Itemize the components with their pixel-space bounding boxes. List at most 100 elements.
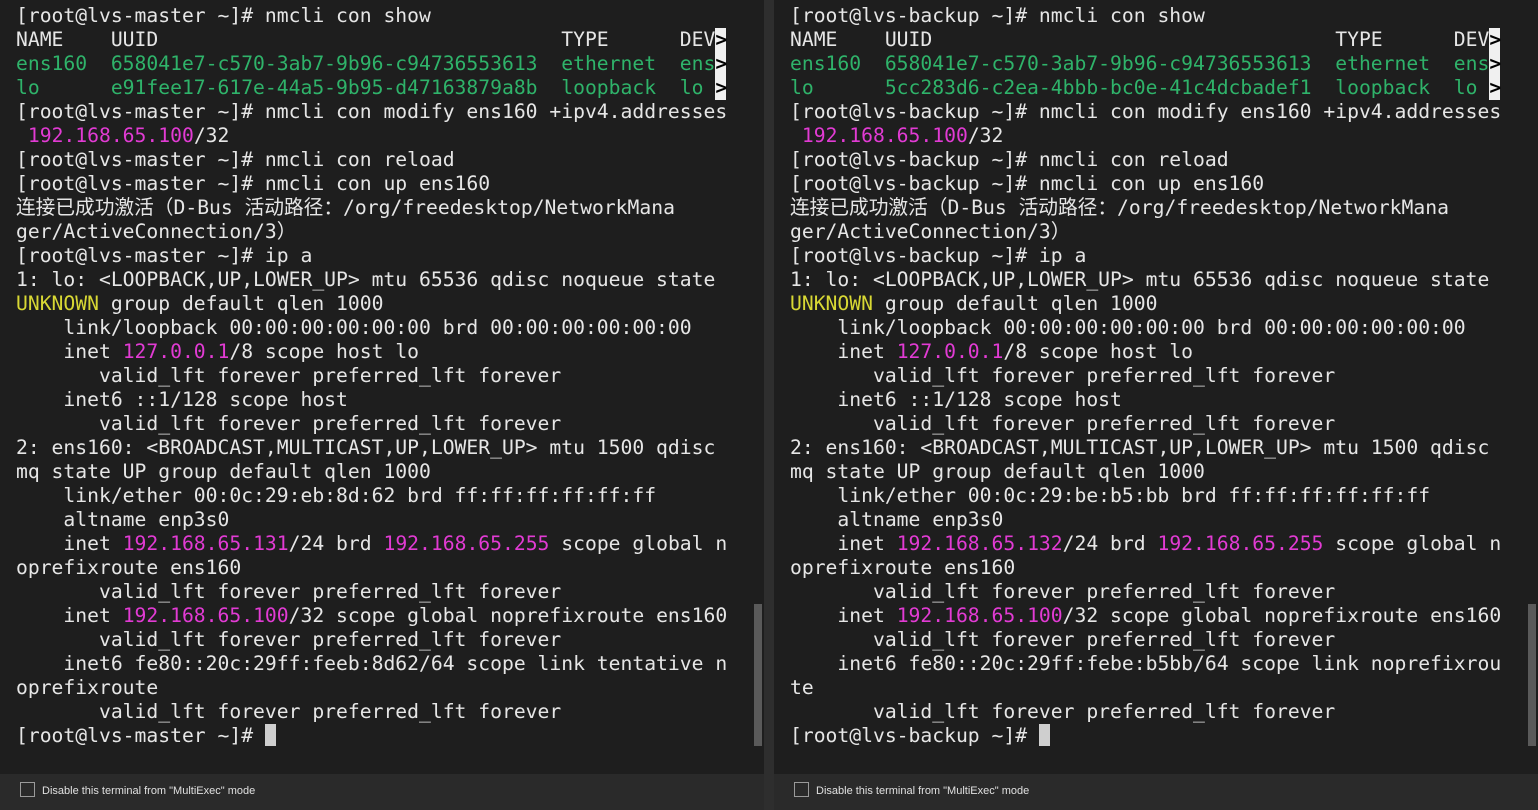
terminal-text: inet: [790, 532, 897, 555]
terminal-text: /32 scope global noprefixroute ens160: [1062, 604, 1502, 627]
pane-splitter[interactable]: [764, 0, 774, 810]
terminal-line: ens160 658041e7-c570-3ab7-9b96-c94736553…: [790, 52, 1501, 76]
terminal-text: inet: [16, 532, 123, 555]
terminal-line: inet6 ::1/128 scope host: [790, 388, 1501, 412]
terminal-text: UNKNOWN: [790, 292, 873, 315]
terminal-text: te: [790, 676, 814, 699]
terminal-text: inet: [790, 604, 897, 627]
terminal-line: [root@lvs-backup ~]# nmcli con reload: [790, 148, 1501, 172]
scrollbar[interactable]: [1526, 0, 1538, 770]
terminal-line: oprefixroute: [16, 676, 727, 700]
terminal-text: inet: [790, 340, 897, 363]
terminal-text: link/loopback 00:00:00:00:00:00 brd 00:0…: [790, 316, 1466, 339]
terminal-text: ens160 658041e7-c570-3ab7-9b96-c94736553…: [16, 52, 716, 75]
terminal-text: inet6 fe80::20c:29ff:feeb:8d62/64 scope …: [16, 652, 728, 675]
terminal-line: valid_lft forever preferred_lft forever: [790, 700, 1501, 724]
terminal-text: oprefixroute: [16, 676, 159, 699]
terminal-text: scope global n: [1323, 532, 1502, 555]
terminal-line: lo 5cc283d6-c2ea-4bbb-bc0e-41c4dcbadef1 …: [790, 76, 1501, 100]
terminal-text: oprefixroute ens160: [16, 556, 242, 579]
terminal-text: 127.0.0.1: [122, 340, 230, 363]
terminal-line: valid_lft forever preferred_lft forever: [16, 364, 727, 388]
terminal-text: valid_lft forever preferred_lft forever: [16, 364, 562, 387]
terminal-line: lo e91fee17-617e-44a5-9b95-d47163879a8b …: [16, 76, 727, 100]
terminal-line: mq state UP group default qlen 1000: [16, 460, 727, 484]
terminal-text: [root@lvs-backup ~]# nmcli con reload: [790, 148, 1229, 171]
terminal-line: [root@lvs-master ~]# ip a: [16, 244, 727, 268]
terminal-text: [root@lvs-master ~]# nmcli con up ens160: [16, 172, 491, 195]
terminal-pane-lvs-master[interactable]: [root@lvs-master ~]# nmcli con show NAME …: [0, 0, 764, 810]
terminal-pane-lvs-backup[interactable]: [root@lvs-backup ~]# nmcli con show NAME …: [774, 0, 1538, 810]
terminal-line: valid_lft forever preferred_lft forever: [16, 412, 727, 436]
terminal-line: 连接已成功激活（D-Bus 活动路径：/org/freedesktop/Netw…: [790, 196, 1501, 220]
terminal-text: 192.168.65.131: [122, 532, 289, 555]
terminal-text: ger/ActiveConnection/3）: [790, 220, 1071, 243]
scrollbar-thumb[interactable]: [1528, 604, 1536, 746]
terminal-text: valid_lft forever preferred_lft forever: [790, 364, 1336, 387]
terminal-line: [root@lvs-backup ~]#: [790, 724, 1501, 748]
terminal-line: NAME UUID TYPE DEV>: [16, 28, 727, 52]
terminal-line: [root@lvs-backup ~]# nmcli con show: [790, 4, 1501, 28]
multiexec-footer: Disable this terminal from "MultiExec" m…: [0, 774, 764, 810]
terminal-text: 192.168.65.255: [1157, 532, 1324, 555]
truncation-arrow-icon: >: [715, 76, 728, 100]
terminal-text: 192.168.65.100: [27, 124, 194, 147]
truncation-arrow-icon: >: [715, 52, 728, 76]
terminal-text: valid_lft forever preferred_lft forever: [16, 412, 562, 435]
terminal-text: ger/ActiveConnection/3）: [16, 220, 297, 243]
truncation-arrow-icon: >: [1489, 52, 1502, 76]
scrollbar-thumb[interactable]: [754, 604, 762, 746]
terminal-text: [root@lvs-backup ~]# nmcli con show: [790, 4, 1205, 27]
terminal-text: 连接已成功激活（D-Bus 活动路径：/org/freedesktop/Netw…: [16, 196, 675, 219]
terminal-text: [root@lvs-backup ~]# ip a: [790, 244, 1087, 267]
terminal-text: [root@lvs-backup ~]#: [790, 724, 1039, 747]
terminal-text: valid_lft forever preferred_lft forever: [790, 700, 1336, 723]
multiexec-disable-checkbox[interactable]: [20, 782, 35, 797]
terminal-text: /32: [193, 124, 230, 147]
terminal-line: valid_lft forever preferred_lft forever: [790, 628, 1501, 652]
terminal-output[interactable]: [root@lvs-backup ~]# nmcli con show NAME …: [790, 4, 1501, 748]
scrollbar[interactable]: [752, 0, 764, 770]
terminal-text: valid_lft forever preferred_lft forever: [790, 628, 1336, 651]
terminal-text: [root@lvs-backup ~]# nmcli con modify en…: [790, 100, 1502, 123]
terminal-text: link/loopback 00:00:00:00:00:00 brd 00:0…: [16, 316, 692, 339]
terminal-line: inet 192.168.65.100/32 scope global nopr…: [790, 604, 1501, 628]
terminal-line: link/loopback 00:00:00:00:00:00 brd 00:0…: [790, 316, 1501, 340]
terminal-text: group default qlen 1000: [98, 292, 384, 315]
terminal-line: [root@lvs-backup ~]# nmcli con modify en…: [790, 100, 1501, 124]
terminal-line: UNKNOWN group default qlen 1000: [16, 292, 727, 316]
terminal-text: group default qlen 1000: [872, 292, 1158, 315]
terminal-text: altname enp3s0: [16, 508, 230, 531]
terminal-line: inet 192.168.65.131/24 brd 192.168.65.25…: [16, 532, 727, 556]
terminal-line: inet6 ::1/128 scope host: [16, 388, 727, 412]
terminal-text: /24 brd: [288, 532, 384, 555]
terminal-line: inet 192.168.65.100/32 scope global nopr…: [16, 604, 727, 628]
terminal-text: /24 brd: [1062, 532, 1158, 555]
terminal-text: inet: [16, 604, 123, 627]
terminal-text: altname enp3s0: [790, 508, 1004, 531]
terminal-line: valid_lft forever preferred_lft forever: [16, 628, 727, 652]
terminal-line: ger/ActiveConnection/3）: [790, 220, 1501, 244]
terminal-line: [root@lvs-master ~]#: [16, 724, 727, 748]
truncation-arrow-icon: >: [715, 28, 728, 52]
terminal-text: 192.168.65.100: [896, 604, 1063, 627]
terminal-text: scope global n: [549, 532, 728, 555]
terminal-text: 127.0.0.1: [896, 340, 1004, 363]
terminal-line: ens160 658041e7-c570-3ab7-9b96-c94736553…: [16, 52, 727, 76]
terminal-line: inet 127.0.0.1/8 scope host lo: [790, 340, 1501, 364]
terminal-line: inet 192.168.65.132/24 brd 192.168.65.25…: [790, 532, 1501, 556]
terminal-output[interactable]: [root@lvs-master ~]# nmcli con show NAME …: [16, 4, 727, 748]
terminal-text: valid_lft forever preferred_lft forever: [16, 700, 562, 723]
terminal-text: lo e91fee17-617e-44a5-9b95-d47163879a8b …: [16, 76, 716, 99]
terminal-line: ger/ActiveConnection/3）: [16, 220, 727, 244]
truncation-arrow-icon: >: [1489, 76, 1502, 100]
terminal-text: 连接已成功激活（D-Bus 活动路径：/org/freedesktop/Netw…: [790, 196, 1449, 219]
terminal-line: mq state UP group default qlen 1000: [790, 460, 1501, 484]
terminal-line: [root@lvs-backup ~]# ip a: [790, 244, 1501, 268]
multiexec-disable-checkbox[interactable]: [794, 782, 809, 797]
terminal-line: valid_lft forever preferred_lft forever: [790, 412, 1501, 436]
terminal-line: oprefixroute ens160: [790, 556, 1501, 580]
terminal-line: 2: ens160: <BROADCAST,MULTICAST,UP,LOWER…: [16, 436, 727, 460]
